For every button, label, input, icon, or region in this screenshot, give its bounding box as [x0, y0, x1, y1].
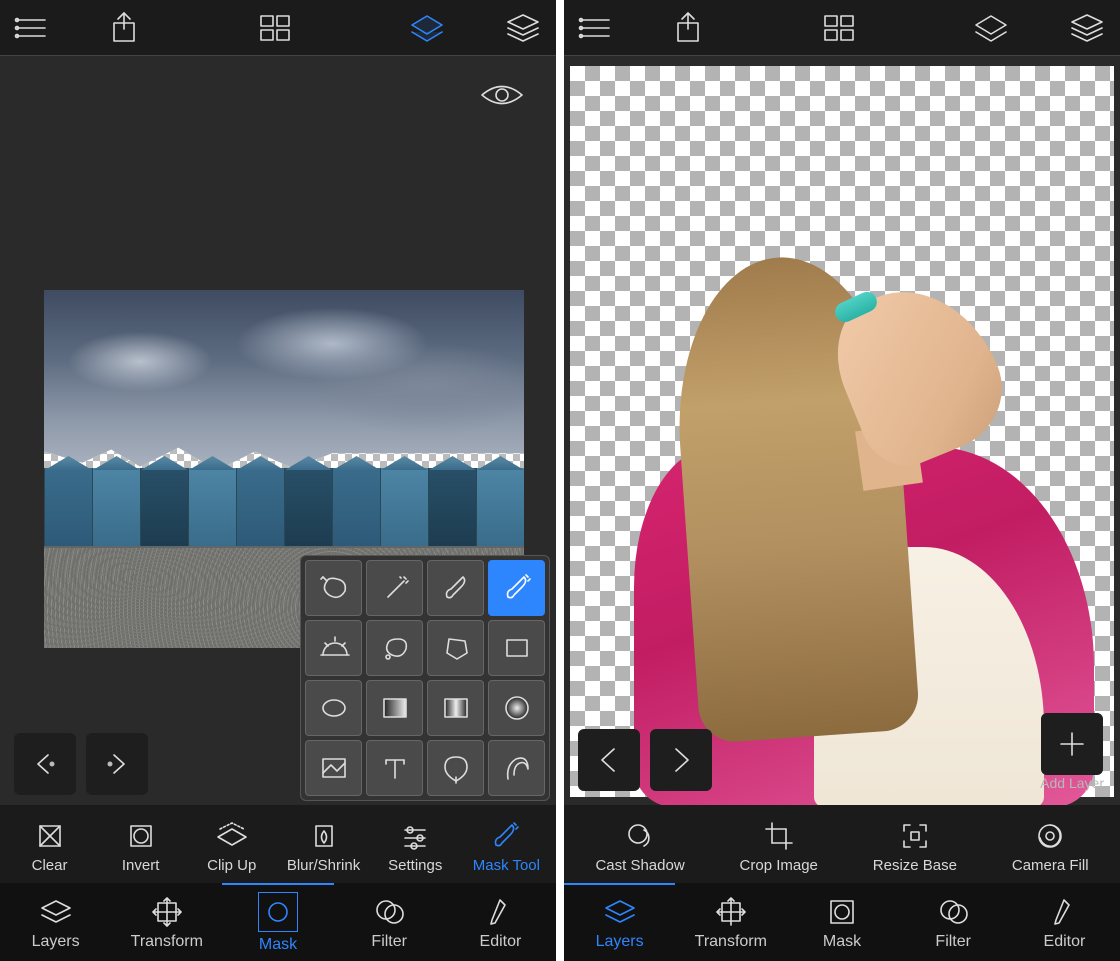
clear-button[interactable]: Clear: [14, 819, 86, 874]
image-mask-tool[interactable]: [305, 740, 362, 796]
left-panel: Clear Invert Clip Up Blur/Shrink Setting…: [0, 0, 556, 961]
nav-transform-label: Transform: [131, 933, 203, 951]
gradient-reflected-tool[interactable]: [427, 680, 484, 736]
next-layer-button[interactable]: [650, 729, 712, 791]
nav-layers[interactable]: Layers: [0, 883, 111, 961]
undo-button[interactable]: [14, 733, 76, 795]
nav-filter-label: Filter: [935, 933, 971, 951]
list-icon[interactable]: [14, 9, 49, 47]
invert-label: Invert: [122, 857, 160, 874]
polygon-tool[interactable]: [427, 620, 484, 676]
settings-label: Settings: [388, 857, 442, 874]
clear-label: Clear: [32, 857, 68, 874]
mask-tool-button[interactable]: Mask Tool: [470, 819, 542, 874]
camera-fill-label: Camera Fill: [1012, 857, 1089, 874]
stack-icon[interactable]: [972, 9, 1010, 47]
mask-actions-bar: Clear Invert Clip Up Blur/Shrink Setting…: [0, 805, 556, 883]
share-icon[interactable]: [107, 9, 142, 47]
settings-button[interactable]: Settings: [379, 819, 451, 874]
camera-fill-button[interactable]: Camera Fill: [1012, 819, 1089, 874]
cast-shadow-label: Cast Shadow: [595, 857, 684, 874]
visibility-toggle-icon[interactable]: [480, 82, 524, 113]
grid-icon[interactable]: [821, 9, 856, 47]
crop-image-button[interactable]: Crop Image: [740, 819, 818, 874]
nav-editor-label: Editor: [480, 933, 522, 951]
blur-shrink-button[interactable]: Blur/Shrink: [287, 819, 360, 874]
nav-filter[interactable]: Filter: [334, 883, 445, 961]
nav-mask[interactable]: Mask: [222, 883, 333, 961]
canvas-area[interactable]: [0, 56, 556, 805]
blurshrink-label: Blur/Shrink: [287, 857, 360, 874]
bottom-nav: Layers Transform Mask Filter Editor: [564, 883, 1120, 961]
nav-editor[interactable]: Editor: [445, 883, 556, 961]
layers-icon[interactable]: [504, 9, 542, 47]
crop-image-label: Crop Image: [740, 857, 818, 874]
invert-button[interactable]: Invert: [105, 819, 177, 874]
history-arrows: [14, 733, 148, 795]
text-mask-tool[interactable]: [366, 740, 423, 796]
clip-up-button[interactable]: Clip Up: [196, 819, 268, 874]
resize-base-button[interactable]: Resize Base: [873, 819, 957, 874]
bottom-nav: Layers Transform Mask Filter Editor: [0, 883, 556, 961]
nav-filter-label: Filter: [371, 933, 407, 951]
layer-actions-bar: Cast Shadow Crop Image Resize Base Camer…: [564, 805, 1120, 883]
nav-layers-label: Layers: [596, 933, 644, 951]
mask-tool-palette: [300, 555, 550, 801]
nav-filter[interactable]: Filter: [898, 883, 1009, 961]
top-toolbar: [0, 0, 556, 56]
magic-lasso-tool[interactable]: [305, 560, 362, 616]
magic-brush-tool[interactable]: [488, 560, 545, 616]
layers-icon[interactable]: [1068, 9, 1106, 47]
add-layer-button[interactable]: Add Layer: [1040, 713, 1104, 791]
canvas-area[interactable]: Add Layer: [564, 56, 1120, 805]
ellipse-tool[interactable]: [305, 680, 362, 736]
gradient-linear-tool[interactable]: [366, 680, 423, 736]
top-toolbar: [564, 0, 1120, 56]
resize-base-label: Resize Base: [873, 857, 957, 874]
prev-layer-button[interactable]: [578, 729, 640, 791]
gradient-radial-tool[interactable]: [488, 680, 545, 736]
nav-mask-label: Mask: [823, 933, 861, 951]
sunrise-tool[interactable]: [305, 620, 362, 676]
nav-layers-label: Layers: [32, 933, 80, 951]
hair-mask-tool[interactable]: [488, 740, 545, 796]
add-layer-label: Add Layer: [1040, 775, 1104, 791]
share-icon[interactable]: [671, 9, 706, 47]
grid-icon[interactable]: [257, 9, 292, 47]
shape-mask-tool[interactable]: [427, 740, 484, 796]
nav-mask[interactable]: Mask: [786, 883, 897, 961]
layer-subject[interactable]: [614, 177, 1054, 797]
nav-transform[interactable]: Transform: [111, 883, 222, 961]
nav-editor-label: Editor: [1044, 933, 1086, 951]
layer-nav-arrows: [578, 729, 712, 791]
redo-button[interactable]: [86, 733, 148, 795]
nav-mask-label: Mask: [259, 936, 297, 954]
nav-layers[interactable]: Layers: [564, 883, 675, 961]
rectangle-tool[interactable]: [488, 620, 545, 676]
nav-transform-label: Transform: [695, 933, 767, 951]
list-icon[interactable]: [578, 9, 613, 47]
magic-wand-tool[interactable]: [366, 560, 423, 616]
brush-tool[interactable]: [427, 560, 484, 616]
lasso-tool[interactable]: [366, 620, 423, 676]
cast-shadow-button[interactable]: Cast Shadow: [595, 819, 684, 874]
stack-active-icon[interactable]: [408, 9, 446, 47]
masktool-label: Mask Tool: [473, 857, 540, 874]
nav-editor[interactable]: Editor: [1009, 883, 1120, 961]
clipup-label: Clip Up: [207, 857, 256, 874]
nav-transform[interactable]: Transform: [675, 883, 786, 961]
right-panel: Add Layer Cast Shadow Crop Image Resize …: [564, 0, 1120, 961]
